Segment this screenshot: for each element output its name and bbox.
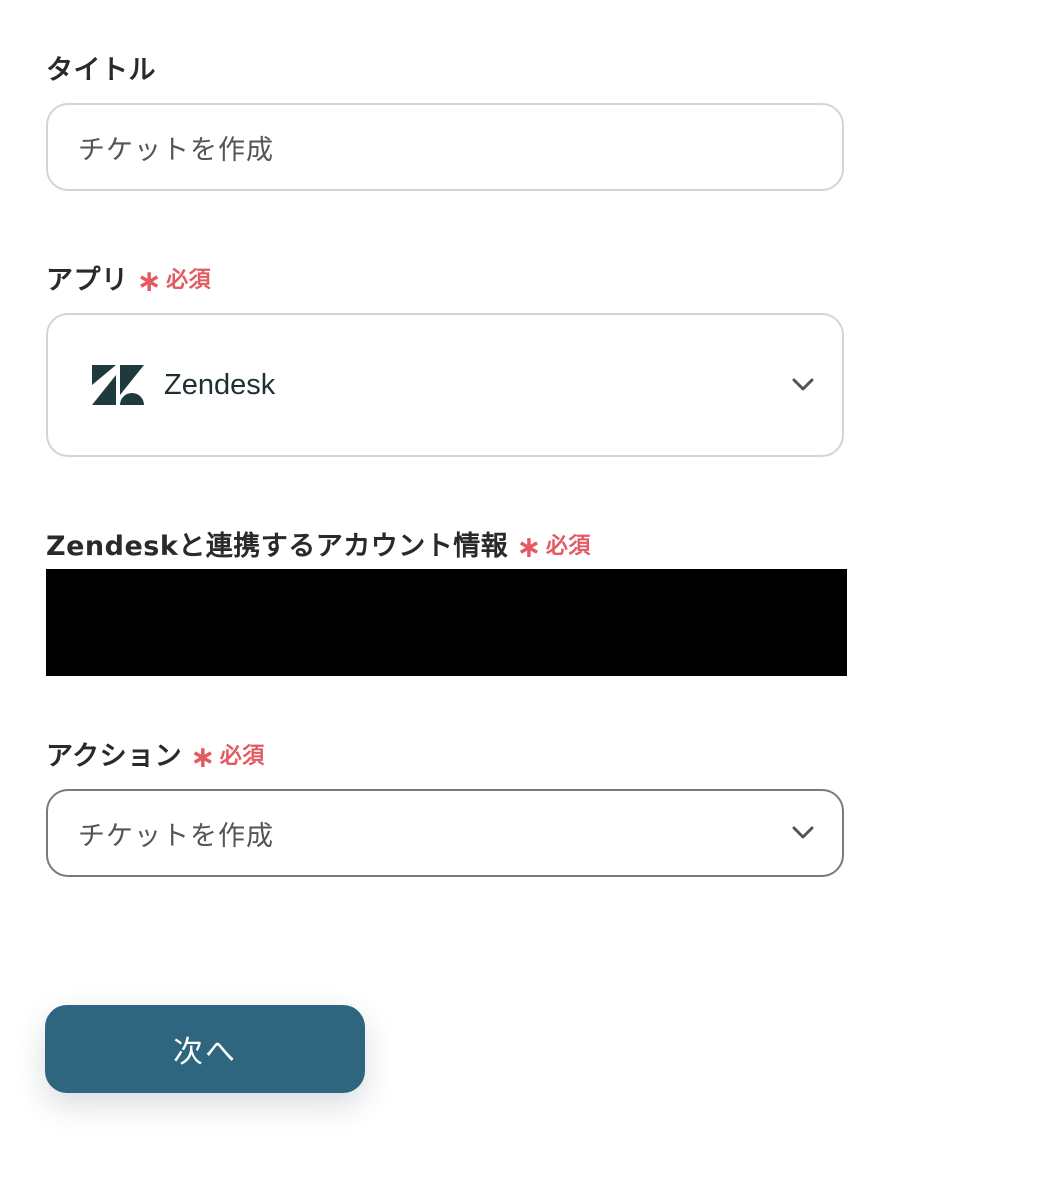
zendesk-logo-icon — [92, 365, 144, 405]
action-label: アクション — [46, 741, 183, 772]
next-button[interactable]: 次へ — [45, 1005, 365, 1093]
required-star: ∗ — [516, 529, 542, 565]
app-label-row: アプリ ∗ 必須 — [46, 258, 211, 297]
required-text: 必須 — [545, 533, 591, 559]
app-label: アプリ — [46, 265, 129, 296]
required-text: 必須 — [166, 267, 212, 293]
app-select-value: Zendesk — [164, 368, 276, 401]
required-text: 必須 — [219, 743, 265, 769]
account-field-redacted — [46, 569, 847, 676]
title-label: タイトル — [46, 55, 156, 86]
app-select[interactable]: Zendesk — [46, 313, 844, 457]
chevron-down-icon[interactable] — [792, 826, 814, 840]
form-page: タイトル チケットを作成 アプリ ∗ 必須 Zendesk Zendeskと連携… — [0, 0, 1038, 1180]
required-star: ∗ — [136, 263, 163, 299]
title-input-value: チケットを作成 — [78, 134, 274, 166]
required-marker: ∗ 必須 — [136, 262, 212, 299]
chevron-down-icon[interactable] — [792, 378, 814, 392]
required-marker: ∗ 必須 — [516, 528, 591, 565]
required-star: ∗ — [190, 739, 216, 775]
action-select-value: チケットを作成 — [78, 820, 274, 852]
title-label-row: タイトル — [46, 48, 156, 87]
action-label-row: アクション ∗ 必須 — [46, 734, 265, 773]
required-marker: ∗ 必須 — [190, 738, 265, 775]
account-label: Zendeskと連携するアカウント情報 — [46, 531, 509, 562]
account-label-row: Zendeskと連携するアカウント情報 ∗ 必須 — [46, 524, 591, 563]
action-select[interactable]: チケットを作成 — [46, 789, 844, 877]
title-input[interactable]: チケットを作成 — [46, 103, 844, 191]
